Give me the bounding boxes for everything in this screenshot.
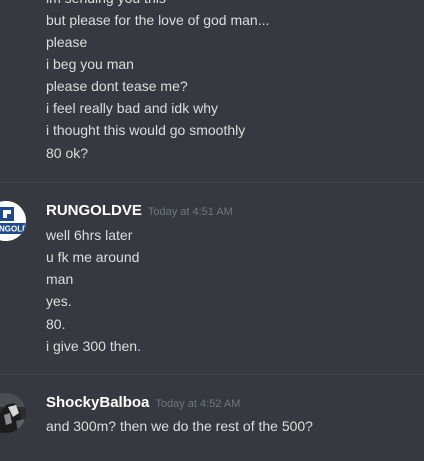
chat-message-list: im sending you this but please for the l… — [0, 0, 424, 461]
message-divider — [0, 182, 424, 183]
message-timestamp[interactable]: Today at 4:51 AM — [148, 206, 233, 218]
message-line: i thought this would go smoothly — [46, 122, 246, 138]
message-line: i feel really bad and idk why — [46, 100, 218, 116]
rungold-logo-avatar[interactable]: NGOLD — [0, 201, 26, 241]
message-line: yes. — [46, 293, 72, 309]
message-line: please — [46, 34, 88, 50]
message-line: please dont tease me? — [46, 78, 188, 94]
message-line: well 6hrs later — [46, 227, 133, 243]
user-photo-avatar[interactable] — [0, 393, 26, 433]
message-header: ShockyBalboa Today at 4:52 AM — [46, 392, 240, 414]
message-divider — [0, 374, 424, 375]
author-name[interactable]: ShockyBalboa — [46, 394, 149, 411]
message-timestamp[interactable]: Today at 4:52 AM — [155, 398, 240, 410]
message-line: im sending you this — [46, 0, 166, 9]
author-name[interactable]: RUNGOLDVE — [46, 202, 142, 219]
message-line: but please for the love of god man... — [46, 12, 270, 28]
message-line: u fk me around — [46, 249, 140, 265]
message-line: and 300m? then we do the rest of the 500… — [46, 418, 313, 434]
rungold-logo-icon: NGOLD — [0, 201, 26, 241]
user-photo-icon — [0, 393, 26, 433]
message-line: man — [46, 271, 74, 287]
message-line: i beg you man — [46, 56, 134, 72]
message-header: RUNGOLDVE Today at 4:51 AM — [46, 200, 233, 222]
message-line: 80 ok? — [46, 145, 89, 161]
avatar-text: NGOLD — [0, 225, 26, 234]
message-line: i give 300 then. — [46, 338, 141, 354]
message-line: 80. — [46, 316, 66, 332]
